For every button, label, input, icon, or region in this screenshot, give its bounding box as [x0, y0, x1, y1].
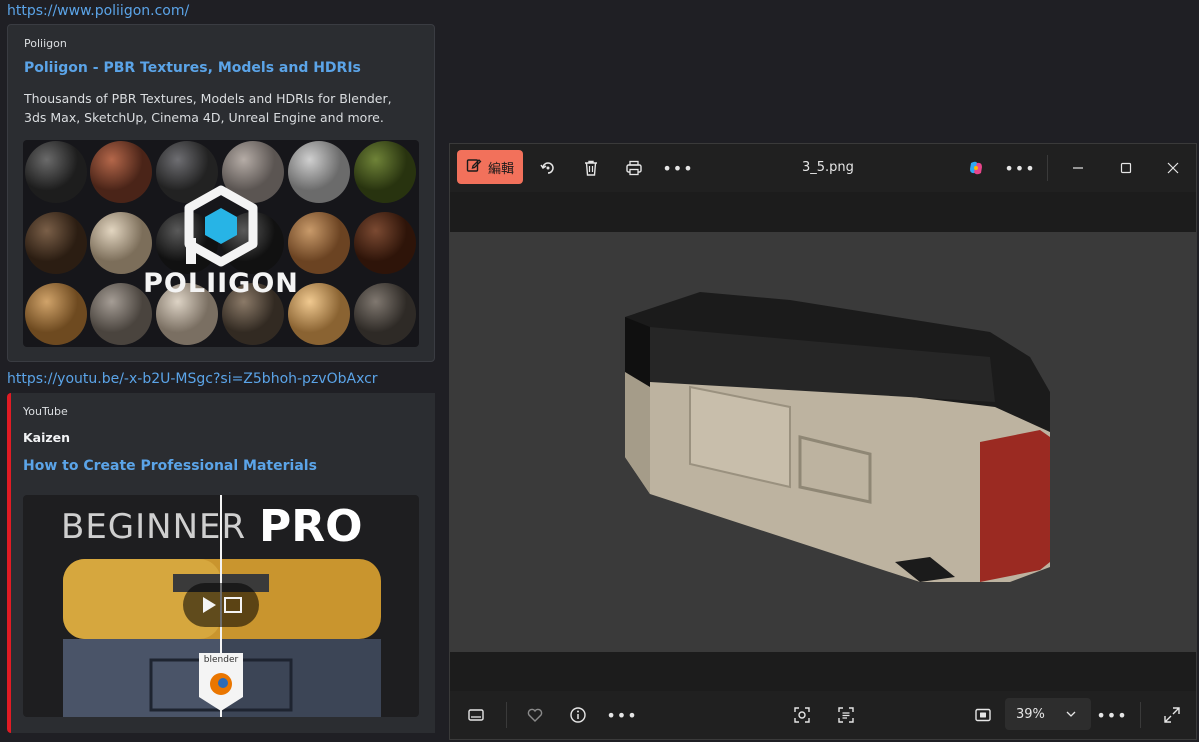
text-scan-icon: [838, 707, 854, 723]
text-scan-button[interactable]: [830, 701, 862, 729]
image-canvas[interactable]: [450, 192, 1196, 692]
zoom-dropdown[interactable]: 39%: [1005, 698, 1091, 730]
more-options-zoom-button[interactable]: •••: [1096, 701, 1128, 729]
more-options-button-2[interactable]: •••: [1004, 154, 1036, 182]
edit-label: 編輯: [487, 161, 514, 177]
visual-search-button[interactable]: [786, 701, 818, 729]
more-options-button[interactable]: •••: [662, 154, 694, 182]
embed-title-link[interactable]: How to Create Professional Materials: [23, 458, 317, 474]
chevron-down-icon: [1066, 711, 1076, 717]
more-options-bottom-button[interactable]: •••: [606, 701, 638, 729]
print-button[interactable]: [618, 154, 650, 182]
blender-badge-text: blender: [203, 655, 239, 665]
poliigon-logo-text: POLIIGON: [143, 268, 299, 299]
youtube-link[interactable]: https://youtu.be/-x-b2U-MSgc?si=Z5bhoh-p…: [7, 371, 378, 387]
filmstrip-button[interactable]: [460, 701, 492, 729]
info-button[interactable]: [562, 701, 594, 729]
poliigon-embed: Poliigon Poliigon - PBR Textures, Models…: [7, 24, 435, 362]
fit-to-window-button[interactable]: [967, 701, 999, 729]
delete-icon: [585, 160, 597, 176]
favorite-icon: [527, 708, 543, 722]
minimize-icon: [1073, 167, 1083, 169]
bottom-divider: [1140, 702, 1141, 728]
copilot-button[interactable]: [960, 154, 992, 182]
embed-author[interactable]: Kaizen: [23, 430, 70, 445]
more-icon: •••: [662, 158, 694, 178]
more-icon: •••: [1096, 705, 1128, 725]
info-icon: [570, 707, 586, 723]
photos-viewer-window: 編輯 ••• 3_5.png ••• ••• 39% •••: [449, 143, 1197, 740]
zoom-value: 39%: [1016, 706, 1045, 722]
embed-description: Thousands of PBR Textures, Models and HD…: [24, 91, 392, 125]
rotate-button[interactable]: [532, 154, 564, 182]
delete-button[interactable]: [575, 154, 607, 182]
favorite-button[interactable]: [519, 701, 551, 729]
print-icon: [626, 160, 642, 176]
minimize-button[interactable]: [1062, 154, 1094, 182]
fit-icon: [975, 708, 991, 722]
thumbnail-beginner-text: BEGINNER: [61, 507, 247, 547]
close-button[interactable]: [1157, 154, 1189, 182]
maximize-button[interactable]: [1110, 154, 1142, 182]
fullscreen-icon: [1164, 707, 1180, 723]
rendered-crate-model: [625, 292, 1050, 582]
edit-button[interactable]: 編輯: [457, 150, 523, 184]
edit-icon: [466, 157, 482, 177]
youtube-embed: YouTube Kaizen How to Create Professiona…: [7, 393, 435, 733]
close-icon: [1167, 162, 1179, 174]
more-icon: •••: [606, 705, 638, 725]
toolbar-divider: [1047, 155, 1048, 181]
embed-image[interactable]: POLIIGON: [23, 140, 419, 347]
filmstrip-icon: [468, 709, 484, 721]
embed-provider: Poliigon: [24, 37, 67, 50]
thumbnail-pro-text: PRO: [259, 501, 363, 552]
more-icon: •••: [1004, 158, 1036, 178]
fullscreen-button[interactable]: [1156, 701, 1188, 729]
embed-provider: YouTube: [23, 405, 68, 418]
rotate-icon: [540, 162, 554, 174]
bottom-divider: [506, 702, 507, 728]
viewer-bottom-bar: ••• 39% •••: [450, 691, 1196, 739]
embed-title-link[interactable]: Poliigon - PBR Textures, Models and HDRI…: [24, 60, 361, 76]
video-thumbnail[interactable]: BEGINNER PRO blender: [23, 495, 419, 717]
copilot-icon: [970, 161, 982, 175]
displayed-image: [450, 232, 1196, 652]
poliigon-link[interactable]: https://www.poliigon.com/: [7, 3, 189, 19]
visual-search-icon: [794, 707, 810, 723]
material-spheres-image: [25, 141, 416, 345]
viewer-toolbar: 編輯 ••• 3_5.png •••: [450, 144, 1196, 192]
file-name: 3_5.png: [802, 160, 854, 175]
maximize-icon: [1120, 162, 1132, 174]
